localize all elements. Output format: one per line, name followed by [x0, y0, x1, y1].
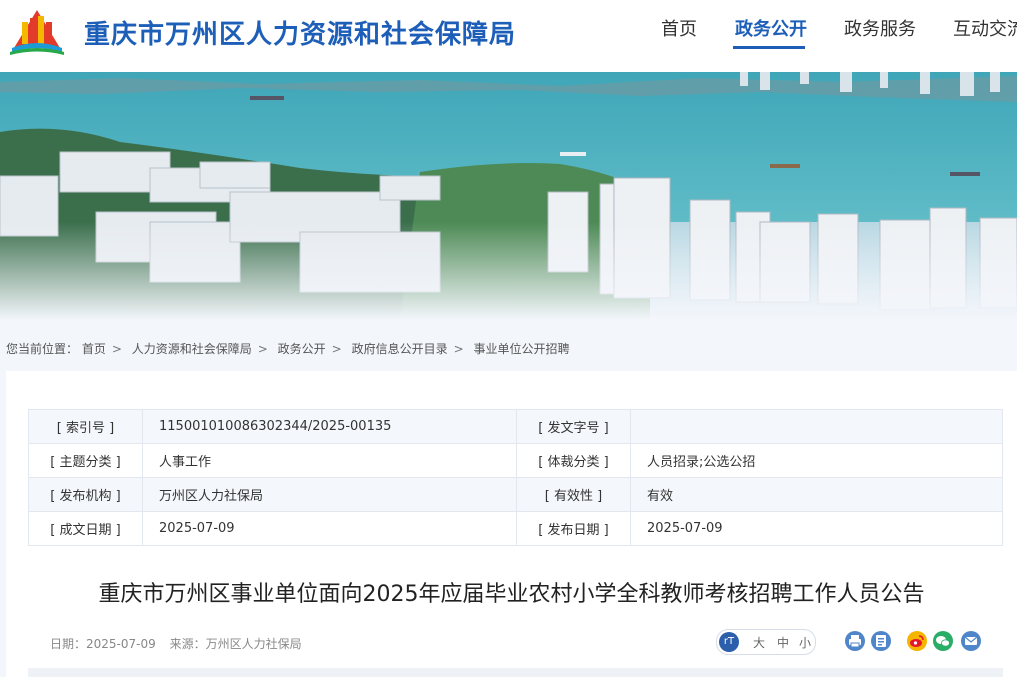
validity-value: 有效 [630, 477, 1003, 512]
breadcrumb-separator: > [257, 342, 268, 356]
genre-label: [ 体裁分类 ] [516, 443, 631, 478]
table-row: [ 发布机构 ] 万州区人力社保局 [ 有效性 ] 有效 [28, 477, 1003, 512]
banner-image [0, 72, 1017, 320]
nav-item-gov-services[interactable]: 政务服务 [844, 15, 916, 41]
publisher-label: [ 发布机构 ] [28, 477, 143, 512]
document-info-table: [ 索引号 ] 115001010086302344/2025-00135 [ … [28, 409, 1003, 546]
article-title: 重庆市万州区事业单位面向2025年应届毕业农村小学全科教师考核招聘工作人员公告 [98, 582, 925, 607]
breadcrumb: 您当前位置： 首页 > 人力资源和社会保障局 > 政务公开 > 政府信息公开目录 > 事… [6, 340, 569, 357]
nav-item-interaction[interactable]: 互动交流 [953, 15, 1017, 41]
site-title[interactable]: 重庆市万州区人力资源和社会保障局 [84, 14, 516, 51]
print-icon[interactable] [845, 631, 865, 651]
document-icon[interactable] [871, 631, 891, 651]
topic-label: [ 主题分类 ] [28, 443, 143, 478]
published-date-value: 2025-07-09 [630, 511, 1003, 546]
table-row: [ 主题分类 ] 人事工作 [ 体裁分类 ] 人员招录;公选公招 [28, 443, 1003, 478]
font-size-control: rT 大 中 小 [716, 629, 816, 655]
table-row: [ 成文日期 ] 2025-07-09 [ 发布日期 ] 2025-07-09 [28, 511, 1003, 546]
breadcrumb-gov-affairs[interactable]: 政务公开 [278, 342, 326, 356]
breadcrumb-separator: > [331, 342, 342, 356]
site-logo-icon[interactable] [8, 8, 66, 56]
article-source: 来源：万州区人力社保局 [169, 637, 302, 651]
weibo-icon[interactable] [907, 631, 927, 651]
index-no-label: [ 索引号 ] [28, 409, 143, 444]
font-size-small-button[interactable]: 小 [799, 634, 811, 651]
nav-active-indicator [733, 46, 805, 49]
breadcrumb-separator: > [111, 342, 122, 356]
created-date-label: [ 成文日期 ] [28, 511, 143, 546]
email-icon[interactable] [961, 631, 981, 651]
validity-label: [ 有效性 ] [516, 477, 631, 512]
topic-value: 人事工作 [142, 443, 517, 478]
wechat-icon[interactable] [933, 631, 953, 651]
breadcrumb-prefix: 您当前位置： [6, 342, 79, 356]
published-date-label: [ 发布日期 ] [516, 511, 631, 546]
font-size-large-button[interactable]: 大 [753, 634, 765, 651]
genre-value: 人员招录;公选公招 [630, 443, 1003, 478]
article-meta: 日期：2025-07-09 来源：万州区人力社保局 [50, 635, 312, 652]
breadcrumb-bureau[interactable]: 人力资源和社会保障局 [132, 342, 252, 356]
nav-item-home[interactable]: 首页 [661, 15, 697, 41]
doc-no-label: [ 发文字号 ] [516, 409, 631, 444]
article-date: 日期：2025-07-09 [50, 637, 156, 651]
breadcrumb-info-catalog[interactable]: 政府信息公开目录 [352, 342, 448, 356]
nav-item-gov-affairs[interactable]: 政务公开 [735, 15, 807, 41]
breadcrumb-separator: > [453, 342, 464, 356]
created-date-value: 2025-07-09 [142, 511, 517, 546]
table-row: [ 索引号 ] 115001010086302344/2025-00135 [ … [28, 409, 1003, 444]
index-no-value: 115001010086302344/2025-00135 [142, 409, 517, 444]
font-size-icon: rT [719, 632, 739, 652]
content-divider [28, 668, 1003, 677]
publisher-value: 万州区人力社保局 [142, 477, 517, 512]
content-card: [ 索引号 ] 115001010086302344/2025-00135 [ … [6, 371, 1017, 677]
font-size-medium-button[interactable]: 中 [777, 634, 789, 651]
site-header: 重庆市万州区人力资源和社会保障局 首页 政务公开 政务服务 互动交流 [0, 0, 1017, 72]
breadcrumb-recruitment[interactable]: 事业单位公开招聘 [473, 342, 569, 356]
doc-no-value [630, 409, 1003, 444]
breadcrumb-home[interactable]: 首页 [82, 342, 106, 356]
